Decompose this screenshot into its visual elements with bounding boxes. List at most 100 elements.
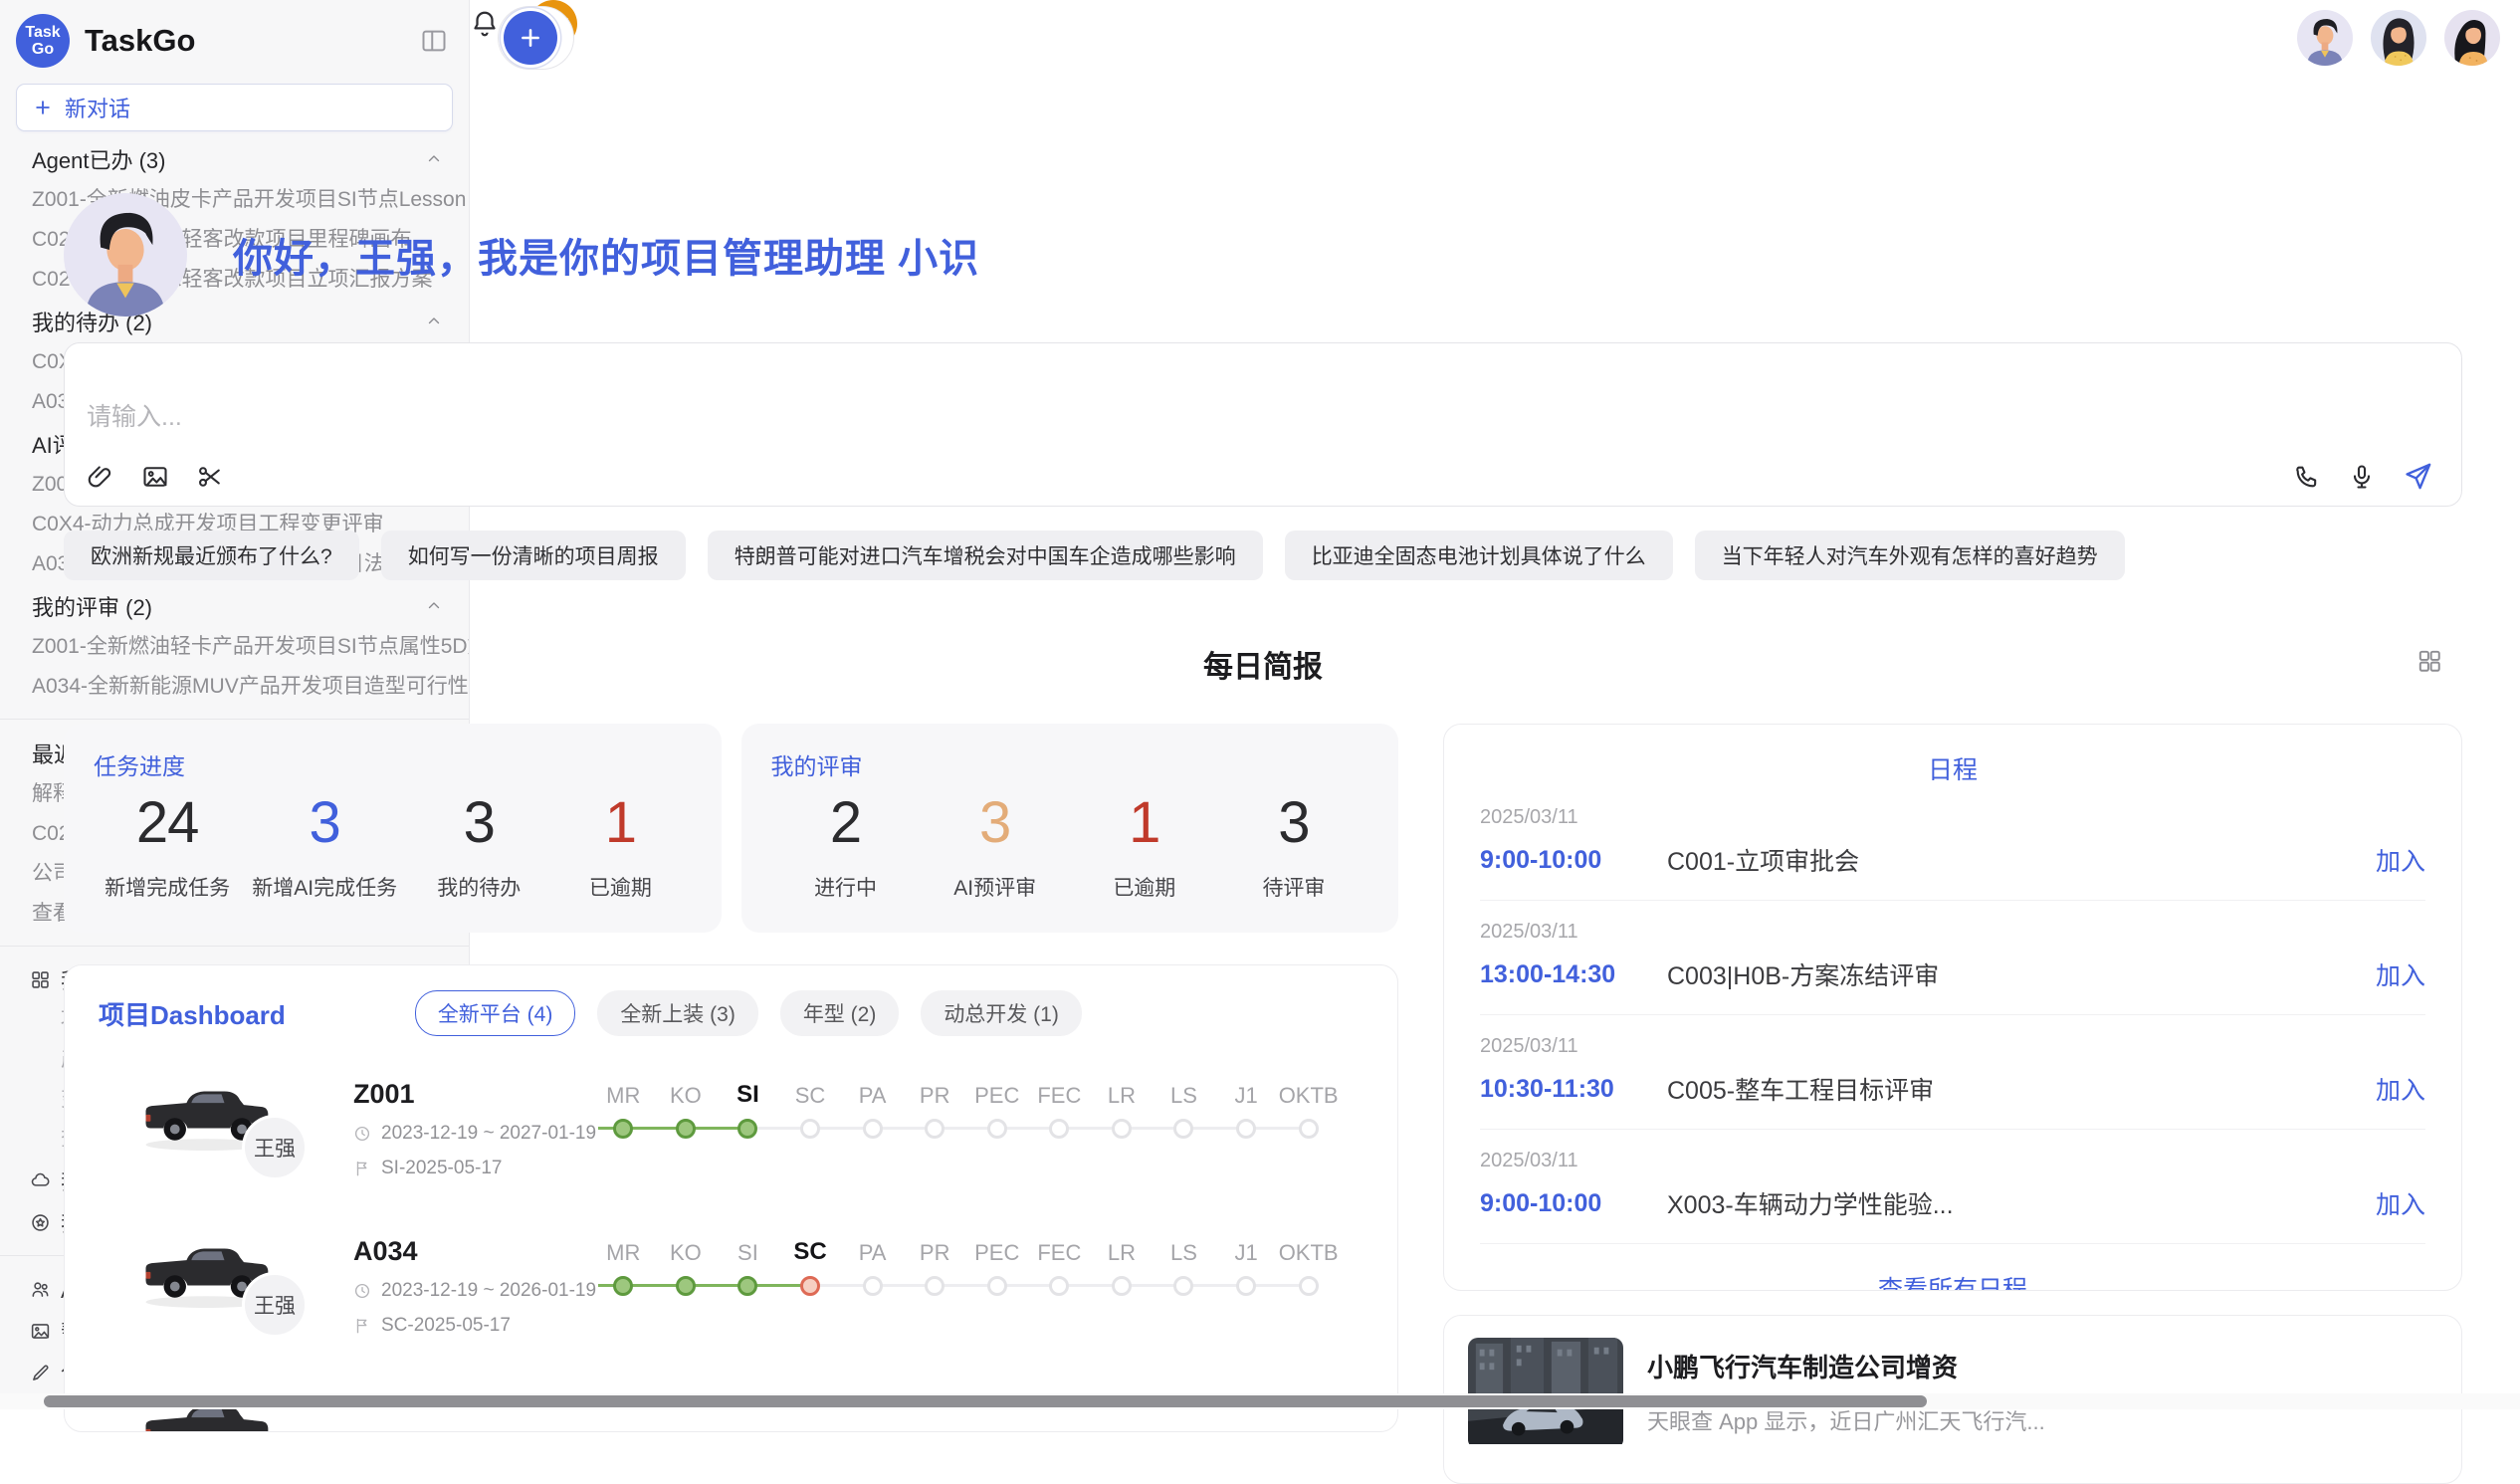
avatar-1[interactable] (2297, 10, 2353, 66)
greeting-text: 你好，王强，我是你的项目管理助理 小识 (233, 226, 979, 284)
schedule-title-text: C005-整车工程目标评审 (1667, 1071, 2362, 1107)
main-content: 你好，王强，我是你的项目管理助理 小识 欧洲新规最近颁布了什么? 如何写一份清晰的… (64, 0, 2462, 1484)
stat-value: 3 (1234, 789, 1354, 856)
scrollbar-thumb[interactable] (44, 1395, 1927, 1407)
paperclip-icon[interactable] (87, 463, 114, 491)
join-link[interactable]: 加入 (2376, 1071, 2425, 1107)
milestone-step: OKTB (1277, 1230, 1340, 1378)
suggestion-chip[interactable]: 欧洲新规最近颁布了什么? (64, 530, 359, 580)
suggestion-chip[interactable]: 特朗普可能对进口汽车增税会对中国车企造成哪些影响 (708, 530, 1263, 580)
milestone-dot (863, 1119, 883, 1139)
milestone-label: LR (1108, 1073, 1136, 1109)
schedule-title: 日程 (1480, 750, 2425, 786)
join-link[interactable]: 加入 (2376, 956, 2425, 992)
schedule-date: 2025/03/11 (1480, 921, 2425, 944)
project-flag: SI-2025-05-17 (353, 1158, 592, 1179)
layout-grid-icon[interactable] (2416, 648, 2442, 674)
schedule-time: 13:00-14:30 (1480, 960, 1667, 989)
news-title: 小鹏飞行汽车制造公司增资 (1647, 1348, 2045, 1384)
schedule-time: 9:00-10:00 (1480, 1189, 1667, 1218)
dashboard-filters: 全新平台 (4) 全新上装 (3) 年型 (2) 动总开发 (1) (415, 990, 1082, 1036)
milestone-label: KO (670, 1073, 702, 1109)
star-badge-icon (30, 1212, 51, 1233)
milestone-label: PR (920, 1073, 950, 1109)
stat-label: 待评审 (1234, 872, 1354, 902)
clock-icon (353, 1125, 371, 1143)
avatar-3[interactable] (2444, 10, 2500, 66)
scissors-icon[interactable] (196, 463, 224, 491)
milestone-dot (1112, 1119, 1132, 1139)
milestone-step: SC (779, 1230, 842, 1378)
send-icon[interactable] (2403, 461, 2433, 492)
stat-card: 我的评审 2 进行中 3 AI预评审 1 已逾期 3 待评审 (741, 724, 1399, 933)
project-dashboard-card: 项目Dashboard 全新平台 (4) 全新上装 (3) 年型 (2) 动总开发 (… (64, 964, 1398, 1432)
schedule-date: 2025/03/11 (1480, 1150, 2425, 1172)
join-link[interactable]: 加入 (2376, 1185, 2425, 1221)
stat-label: 新增完成任务 (105, 872, 230, 902)
milestone-step: J1 (1215, 1230, 1278, 1378)
suggestion-chip[interactable]: 如何写一份清晰的项目周报 (381, 530, 686, 580)
milestone-step: PEC (965, 1073, 1028, 1220)
milestone-dot (613, 1119, 633, 1139)
milestone-step: J1 (1215, 1073, 1278, 1220)
project-row[interactable]: 王强 A034 2023-12-19 ~ 2026-01-19 SC-2025-… (65, 1228, 1397, 1378)
milestone-step: MR (592, 1073, 655, 1220)
phone-icon[interactable] (2293, 463, 2321, 491)
pen-icon (30, 1363, 51, 1383)
suggestion-chip[interactable]: 当下年轻人对汽车外观有怎样的喜好趋势 (1695, 530, 2125, 580)
filter-pill[interactable]: 年型 (2) (780, 990, 900, 1036)
milestone-step: OKTB (1277, 1073, 1340, 1220)
suggestion-chip[interactable]: 比亚迪全固态电池计划具体说了什么 (1285, 530, 1673, 580)
filter-pill[interactable]: 全新上装 (3) (597, 990, 758, 1036)
chat-input[interactable] (65, 343, 2461, 447)
mic-icon[interactable] (2348, 463, 2376, 491)
milestone-step: LS (1153, 1230, 1215, 1378)
logo-line1: Task (25, 24, 60, 41)
milestone-dot (1112, 1276, 1132, 1296)
stat-label: AI预评审 (936, 872, 1055, 902)
join-link[interactable]: 加入 (2376, 842, 2425, 878)
avatar-2[interactable] (2371, 10, 2426, 66)
schedule-date: 2025/03/11 (1480, 1035, 2425, 1058)
schedule-date: 2025/03/11 (1480, 806, 2425, 829)
milestone-label: PA (859, 1230, 887, 1266)
composer-toolbar (87, 461, 2433, 492)
stat-value: 3 (252, 789, 397, 856)
milestone-label: OKTB (1279, 1073, 1339, 1109)
milestone-step: PEC (965, 1230, 1028, 1378)
schedule-card: 日程 2025/03/11 9:00-10:00 C001-立项审批会 加入 2… (1443, 724, 2462, 1291)
milestone-label: FEC (1037, 1073, 1081, 1109)
milestone-step: KO (655, 1230, 718, 1378)
daily-briefing-title: 每日简报 (64, 642, 2462, 686)
milestone-label: PA (859, 1073, 887, 1109)
dashboard-header: 项目Dashboard 全新平台 (4) 全新上装 (3) 年型 (2) 动总开发 (… (65, 991, 1397, 1035)
milestone-label: MR (606, 1073, 640, 1109)
filter-pill[interactable]: 动总开发 (1) (921, 990, 1082, 1036)
filter-pill[interactable]: 全新平台 (4) (415, 990, 576, 1036)
milestone-step: FEC (1028, 1230, 1091, 1378)
milestone-label: FEC (1037, 1230, 1081, 1266)
project-code: A034 (353, 1236, 592, 1267)
milestone-step: LR (1091, 1073, 1154, 1220)
cloud-icon (30, 1170, 51, 1191)
project-row[interactable]: 王强 Z001 2023-12-19 ~ 2027-01-19 SI-2025-… (65, 1071, 1397, 1220)
milestone-dot (800, 1276, 820, 1296)
image-icon[interactable] (141, 463, 169, 491)
project-code: Z001 (353, 1079, 592, 1110)
milestone-step: SC (779, 1073, 842, 1220)
milestone-label: OKTB (1279, 1230, 1339, 1266)
milestone-timeline: MR KO SI SC PA PR PEC FEC (592, 1228, 1340, 1378)
view-all-schedule-link[interactable]: 查看所有日程 (1480, 1270, 2425, 1291)
milestone-dot (1299, 1276, 1319, 1296)
daily-briefing-header: 每日简报 (64, 642, 2462, 684)
stat-value: 2 (786, 789, 906, 856)
milestone-step: LR (1091, 1230, 1154, 1378)
plus-icon (518, 25, 543, 51)
add-assistant-button[interactable] (504, 11, 557, 65)
milestone-dot (1236, 1276, 1256, 1296)
milestone-label: PEC (974, 1230, 1019, 1266)
milestone-dot (987, 1119, 1007, 1139)
horizontal-scrollbar (0, 1393, 2520, 1409)
dashboard-title: 项目Dashboard (99, 995, 286, 1032)
owner-avatar: 王强 (242, 1272, 308, 1338)
